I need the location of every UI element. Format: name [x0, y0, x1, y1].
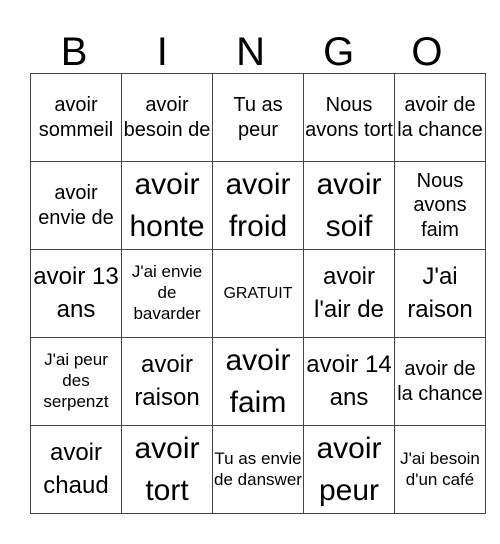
- bingo-cell[interactable]: avoir raison: [121, 337, 213, 426]
- grid-row: avoir 13 ans J'ai envie de bavarder GRAT…: [30, 249, 486, 338]
- bingo-cell[interactable]: avoir envie de: [30, 161, 122, 250]
- bingo-cell[interactable]: J'ai besoin d'un café: [394, 425, 486, 514]
- bingo-cell[interactable]: avoir peur: [303, 425, 395, 514]
- bingo-cell[interactable]: avoir tort: [121, 425, 213, 514]
- header-letter-o: O: [411, 30, 443, 74]
- grid-row: avoir chaud avoir tort Tu as envie de da…: [30, 425, 486, 514]
- bingo-cell[interactable]: avoir de la chance: [394, 73, 486, 162]
- bingo-cell[interactable]: avoir de la chance: [394, 337, 486, 426]
- bingo-cell[interactable]: Tu as envie de danswer: [212, 425, 304, 514]
- header-letter-b: B: [60, 30, 88, 74]
- bingo-cell[interactable]: avoir soif: [303, 161, 395, 250]
- bingo-cell[interactable]: avoir sommeil: [30, 73, 122, 162]
- bingo-cell[interactable]: avoir honte: [121, 161, 213, 250]
- bingo-cell[interactable]: Nous avons tort: [303, 73, 395, 162]
- bingo-cell[interactable]: Nous avons faim: [394, 161, 486, 250]
- bingo-cell[interactable]: avoir besoin de: [121, 73, 213, 162]
- header-letter-i: I: [156, 30, 168, 74]
- bingo-header: B I N G O: [30, 30, 471, 74]
- header-letter-g: G: [323, 30, 355, 74]
- bingo-cell[interactable]: J'ai raison: [394, 249, 486, 338]
- free-space-cell[interactable]: GRATUIT: [212, 249, 304, 338]
- bingo-cell[interactable]: J'ai envie de bavarder: [121, 249, 213, 338]
- bingo-card: avoir sommeil avoir besoin de Tu as peur…: [30, 73, 486, 514]
- bingo-cell[interactable]: avoir 14 ans: [303, 337, 395, 426]
- bingo-cell[interactable]: avoir l'air de: [303, 249, 395, 338]
- header-letter-n: N: [236, 30, 265, 74]
- bingo-cell[interactable]: Tu as peur: [212, 73, 304, 162]
- grid-row: avoir sommeil avoir besoin de Tu as peur…: [30, 73, 486, 162]
- bingo-cell[interactable]: avoir 13 ans: [30, 249, 122, 338]
- grid-row: J'ai peur des serpenzt avoir raison avoi…: [30, 337, 486, 426]
- bingo-cell[interactable]: avoir chaud: [30, 425, 122, 514]
- bingo-cell[interactable]: J'ai peur des serpenzt: [30, 337, 122, 426]
- bingo-cell[interactable]: avoir faim: [212, 337, 304, 426]
- grid-row: avoir envie de avoir honte avoir froid a…: [30, 161, 486, 250]
- bingo-cell[interactable]: avoir froid: [212, 161, 304, 250]
